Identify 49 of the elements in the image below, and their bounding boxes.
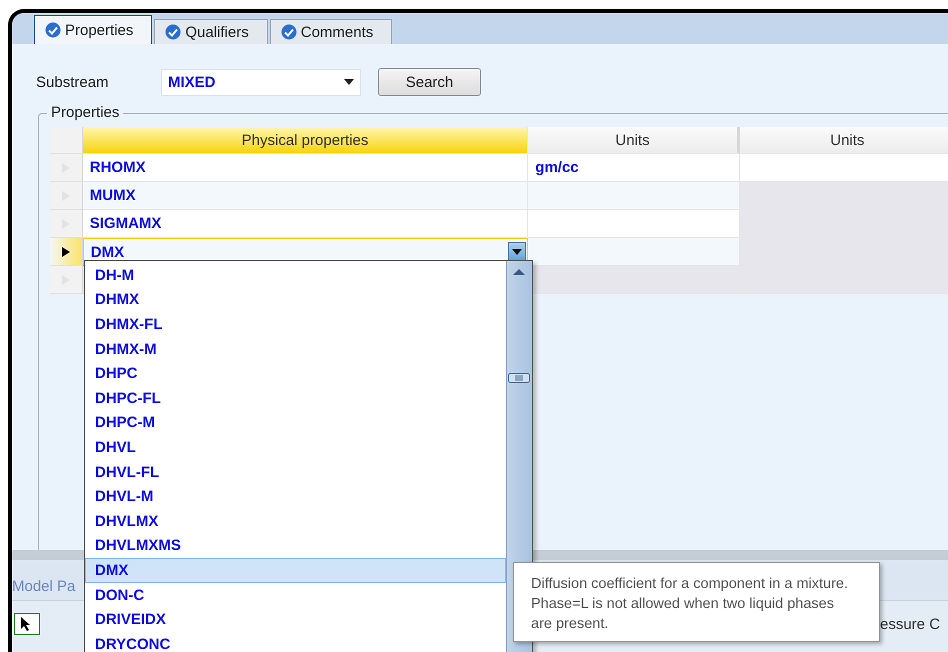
- list-item[interactable]: DHVL-FL: [85, 460, 506, 484]
- list-item[interactable]: DHMX-M: [85, 336, 506, 362]
- list-item[interactable]: DHVLMX: [85, 508, 506, 534]
- list-item[interactable]: DRIVEIDX: [85, 607, 506, 632]
- table-cell[interactable]: MUMX: [82, 182, 528, 210]
- check-icon: [165, 24, 182, 40]
- substream-label: Substream: [36, 74, 110, 90]
- list-item[interactable]: DRYCONC: [85, 632, 506, 652]
- table-cell[interactable]: [740, 154, 948, 182]
- tab[interactable]: Qualifiers: [154, 19, 268, 44]
- table-cell[interactable]: [528, 238, 740, 266]
- panel-title: Model Pa: [12, 578, 76, 595]
- row-header: [50, 127, 83, 154]
- column-header[interactable]: Physical properties: [82, 127, 528, 154]
- table-cell[interactable]: gm/cc: [528, 154, 740, 182]
- scroll-up-icon[interactable]: [513, 269, 525, 275]
- list-item[interactable]: DHVLMXMS: [85, 534, 506, 558]
- list-item[interactable]: DHMX-FL: [85, 312, 506, 337]
- table-cell[interactable]: SIGMAMX: [82, 210, 528, 238]
- list-item[interactable]: DHPC: [85, 361, 506, 386]
- list-item[interactable]: DON-C: [85, 582, 506, 608]
- check-icon: [280, 24, 297, 40]
- list-item[interactable]: DHMX: [85, 288, 506, 312]
- search-button[interactable]: Search: [378, 68, 481, 96]
- list-item[interactable]: DMX: [85, 558, 506, 583]
- table-cell[interactable]: RHOMX: [82, 154, 528, 182]
- group-title: Properties: [47, 104, 124, 121]
- tab[interactable]: Properties: [34, 15, 152, 44]
- list-item[interactable]: DHVL-M: [85, 484, 506, 509]
- caret-icon: [344, 79, 354, 85]
- table-cell[interactable]: [528, 182, 740, 210]
- substream-dropdown[interactable]: MIXED: [161, 68, 361, 96]
- tooltip: Diffusion coefficient for a component in a mixture. Phase=L is not allowed when two liquid phases are present.: [513, 562, 880, 642]
- scroll-thumb[interactable]: [508, 373, 530, 383]
- panel-label: essure C: [880, 616, 940, 633]
- list-item[interactable]: DHVL: [85, 435, 506, 460]
- tab[interactable]: Comments: [270, 19, 392, 44]
- list-item[interactable]: DHPC-M: [85, 410, 506, 436]
- list-item[interactable]: DH-M: [85, 263, 506, 288]
- list-item[interactable]: DHPC-FL: [85, 386, 506, 411]
- cursor-icon[interactable]: [14, 613, 40, 635]
- pointer-icon: [62, 246, 70, 256]
- dropdown-button[interactable]: [508, 242, 526, 262]
- row-header[interactable]: [50, 238, 83, 266]
- caret-icon: [512, 249, 522, 255]
- check-icon: [45, 22, 61, 38]
- column-header[interactable]: Units: [528, 127, 740, 154]
- column-header[interactable]: Units: [740, 127, 948, 154]
- table-cell[interactable]: [528, 210, 740, 238]
